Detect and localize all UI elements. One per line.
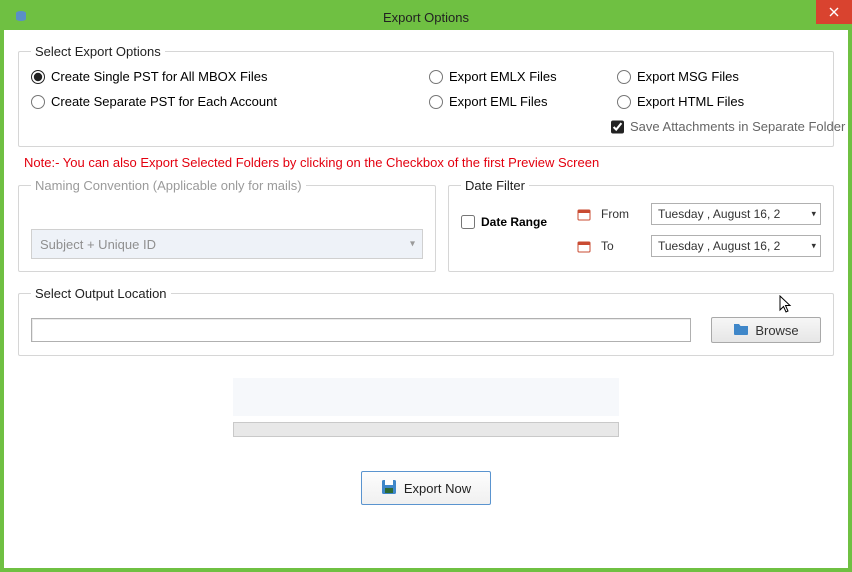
chevron-down-icon: ▾ xyxy=(811,241,816,252)
chevron-down-icon: ▾ xyxy=(811,209,816,220)
date-lines: From Tuesday , August 16, 2 ▾ To xyxy=(575,203,821,257)
output-location-group: Select Output Location Browse xyxy=(18,286,834,356)
to-date-picker[interactable]: Tuesday , August 16, 2 ▾ xyxy=(651,235,821,257)
radio-emlx[interactable]: Export EMLX Files xyxy=(429,69,609,84)
checkbox-save-attachments-label: Save Attachments in Separate Folder xyxy=(630,119,845,134)
checkbox-date-range-input[interactable] xyxy=(461,215,475,229)
to-date-value: Tuesday , August 16, 2 xyxy=(658,239,780,253)
output-location-legend: Select Output Location xyxy=(31,286,171,301)
radio-eml[interactable]: Export EML Files xyxy=(429,94,609,109)
radio-html-label: Export HTML Files xyxy=(637,94,744,109)
radio-single-pst[interactable]: Create Single PST for All MBOX Files xyxy=(31,69,421,84)
output-path-input[interactable] xyxy=(31,318,691,342)
radio-html[interactable]: Export HTML Files xyxy=(617,94,817,109)
radio-single-pst-label: Create Single PST for All MBOX Files xyxy=(51,69,268,84)
window-title: Export Options xyxy=(4,10,848,25)
date-filter-body: Date Range From Tuesday , August 16, 2 xyxy=(461,203,821,257)
calendar-icon xyxy=(575,207,593,221)
radio-emlx-input[interactable] xyxy=(429,70,443,84)
status-text-box xyxy=(233,378,619,416)
progress-area xyxy=(18,378,834,437)
export-options-window: Export Options Select Export Options Cre… xyxy=(0,0,852,572)
radio-separate-pst[interactable]: Create Separate PST for Each Account xyxy=(31,94,421,109)
checkbox-date-range[interactable]: Date Range xyxy=(461,215,547,229)
app-icon xyxy=(12,8,30,26)
naming-convention-legend: Naming Convention (Applicable only for m… xyxy=(31,178,306,193)
calendar-icon xyxy=(575,239,593,253)
date-filter-group: Date Filter Date Range From xyxy=(448,178,834,272)
checkbox-save-attachments[interactable]: Save Attachments in Separate Folder xyxy=(611,119,817,134)
radio-separate-pst-label: Create Separate PST for Each Account xyxy=(51,94,277,109)
radio-eml-label: Export EML Files xyxy=(449,94,548,109)
folder-icon xyxy=(733,322,749,338)
progress-bar xyxy=(233,422,619,437)
from-date-value: Tuesday , August 16, 2 xyxy=(658,207,780,221)
browse-button[interactable]: Browse xyxy=(711,317,821,343)
browse-button-label: Browse xyxy=(755,323,798,338)
export-now-button-label: Export Now xyxy=(404,481,471,496)
client-area: Select Export Options Create Single PST … xyxy=(4,30,848,568)
naming-convention-group: Naming Convention (Applicable only for m… xyxy=(18,178,436,272)
from-date-picker[interactable]: Tuesday , August 16, 2 ▾ xyxy=(651,203,821,225)
date-filter-legend: Date Filter xyxy=(461,178,529,193)
naming-combo-wrap: ▾ xyxy=(31,229,423,259)
from-label: From xyxy=(601,207,643,221)
radio-eml-input[interactable] xyxy=(429,95,443,109)
middle-row: Naming Convention (Applicable only for m… xyxy=(18,178,834,280)
checkbox-save-attachments-input[interactable] xyxy=(611,120,624,134)
close-button[interactable] xyxy=(816,0,852,24)
radio-html-input[interactable] xyxy=(617,95,631,109)
radio-msg-label: Export MSG Files xyxy=(637,69,739,84)
radio-emlx-label: Export EMLX Files xyxy=(449,69,557,84)
note-text: Note:- You can also Export Selected Fold… xyxy=(24,155,834,170)
output-row: Browse xyxy=(31,317,821,343)
disk-icon xyxy=(381,479,397,498)
export-options-group: Select Export Options Create Single PST … xyxy=(18,44,834,147)
titlebar: Export Options xyxy=(4,4,848,30)
radio-separate-pst-input[interactable] xyxy=(31,95,45,109)
checkbox-date-range-label: Date Range xyxy=(481,215,547,229)
naming-combo xyxy=(31,229,423,259)
close-icon xyxy=(829,7,839,17)
export-now-button[interactable]: Export Now xyxy=(361,471,491,505)
radio-msg[interactable]: Export MSG Files xyxy=(617,69,817,84)
export-options-grid: Create Single PST for All MBOX Files Exp… xyxy=(31,69,821,134)
export-options-legend: Select Export Options xyxy=(31,44,165,59)
to-label: To xyxy=(601,239,643,253)
radio-single-pst-input[interactable] xyxy=(31,70,45,84)
radio-msg-input[interactable] xyxy=(617,70,631,84)
